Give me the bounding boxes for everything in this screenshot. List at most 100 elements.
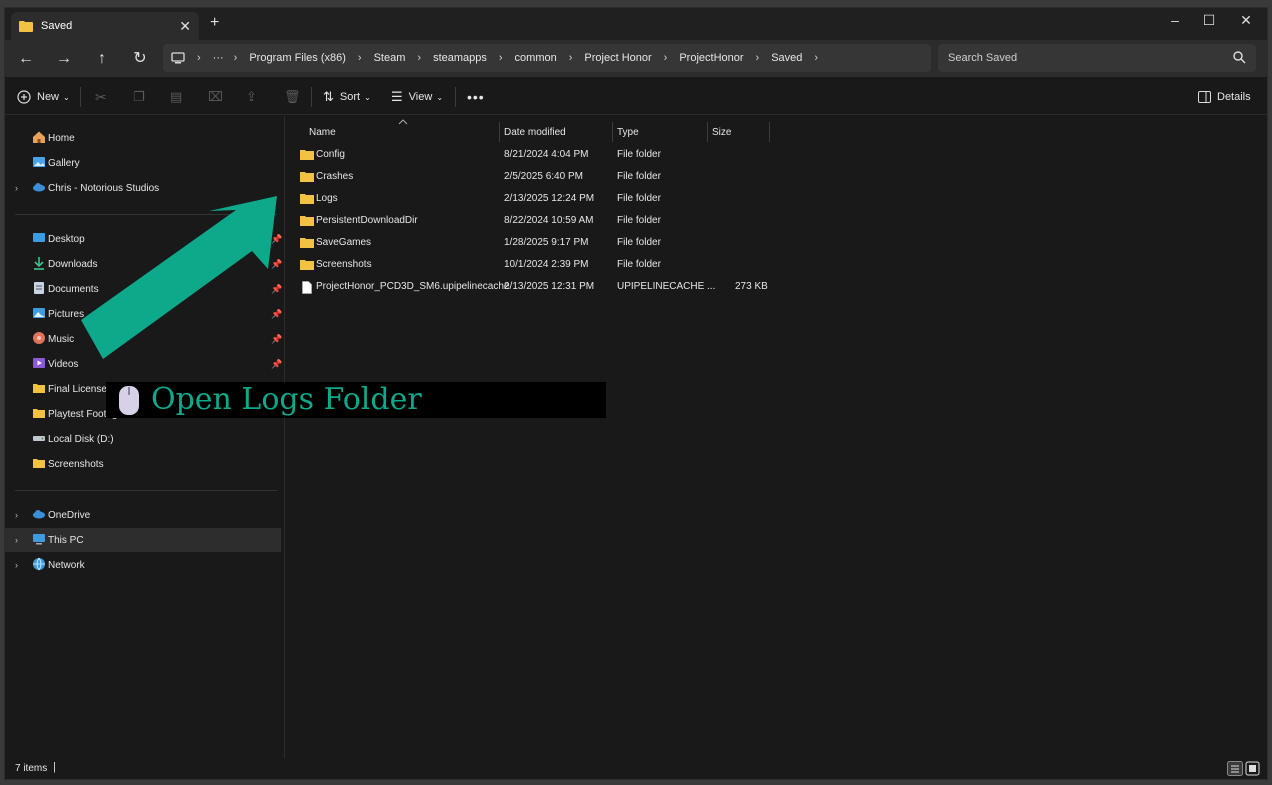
sidebar-item-this-pc[interactable]: › This PC bbox=[5, 528, 281, 552]
network-icon bbox=[33, 557, 45, 571]
chevron-down-icon: ⌄ bbox=[63, 92, 70, 102]
up-icon[interactable]: ↑ bbox=[91, 48, 113, 70]
large-icons-view-icon[interactable] bbox=[1245, 761, 1260, 776]
copy-icon[interactable]: ❐ bbox=[133, 87, 145, 107]
breadcrumb-project-honor[interactable]: Project Honor bbox=[584, 52, 651, 64]
file-date: 2/5/2025 6:40 PM bbox=[504, 171, 583, 182]
chevron-right-icon[interactable]: › bbox=[814, 52, 818, 64]
details-view-icon[interactable] bbox=[1227, 761, 1243, 776]
chevron-right-icon: › bbox=[663, 52, 668, 64]
file-name: Crashes bbox=[316, 171, 354, 182]
chevron-right-icon[interactable]: › bbox=[15, 535, 18, 545]
column-header-name[interactable]: Name bbox=[304, 120, 498, 144]
sidebar-item-label: Documents bbox=[48, 283, 99, 295]
sidebar-item-screenshots[interactable]: Screenshots bbox=[5, 452, 281, 476]
search-input[interactable] bbox=[948, 50, 1218, 66]
paste-icon[interactable]: ▤ bbox=[170, 87, 182, 107]
music-icon bbox=[33, 332, 45, 344]
file-explorer-window: Saved ✕ + – ☐ ✕ ← → ↑ ↻ › ··· › Program … bbox=[4, 7, 1268, 780]
folder-icon bbox=[300, 194, 314, 204]
chevron-right-icon[interactable]: › bbox=[15, 560, 18, 570]
sidebar-item-music[interactable]: Music 📌 bbox=[5, 327, 282, 351]
file-row-savegames[interactable]: SaveGames 1/28/2025 9:17 PM File folder bbox=[286, 233, 786, 255]
more-options-icon[interactable]: ••• bbox=[467, 87, 485, 107]
sidebar-item-chris-notorious-studios[interactable]: › Chris - Notorious Studios bbox=[5, 176, 281, 200]
sidebar-item-videos[interactable]: Videos 📌 bbox=[5, 352, 282, 376]
pin-icon[interactable]: 📌 bbox=[271, 334, 282, 345]
share-icon[interactable]: ⇪ bbox=[246, 87, 257, 107]
pin-icon[interactable]: 📌 bbox=[271, 284, 282, 295]
tutorial-caption-text: Open Logs Folder bbox=[151, 382, 422, 417]
divider bbox=[311, 87, 312, 107]
details-button[interactable]: Details bbox=[1198, 87, 1251, 107]
chevron-down-icon: ⌄ bbox=[436, 92, 444, 102]
file-row-crashes[interactable]: Crashes 2/5/2025 6:40 PM File folder bbox=[286, 167, 786, 189]
more-crumbs-icon[interactable]: ··· bbox=[213, 52, 224, 64]
sidebar-divider bbox=[15, 490, 277, 491]
download-icon bbox=[34, 257, 44, 270]
pin-icon[interactable]: 📌 bbox=[271, 259, 282, 270]
pin-icon[interactable]: 📌 bbox=[271, 234, 282, 245]
sidebar-item-documents[interactable]: Documents 📌 bbox=[5, 277, 282, 301]
status-divider: | bbox=[53, 761, 56, 773]
close-window-icon[interactable]: ✕ bbox=[1236, 12, 1256, 29]
view-button[interactable]: ☰ View ⌄ bbox=[391, 87, 443, 107]
sidebar-item-pictures[interactable]: Pictures 📌 bbox=[5, 302, 282, 326]
sidebar-item-onedrive[interactable]: › OneDrive bbox=[5, 503, 281, 527]
view-icon: ☰ bbox=[391, 89, 403, 104]
chevron-down-icon: ⌄ bbox=[364, 92, 371, 102]
new-tab-icon[interactable]: + bbox=[210, 14, 219, 32]
chevron-right-icon[interactable]: › bbox=[15, 183, 18, 193]
rename-icon[interactable]: ⌧ bbox=[208, 87, 223, 107]
address-bar[interactable]: › ··· › Program Files (x86) › Steam › st… bbox=[163, 44, 931, 72]
navigation-bar: ← → ↑ ↻ › ··· › Program Files (x86) › St… bbox=[5, 40, 1267, 77]
column-header-date-modified[interactable]: Date modified bbox=[499, 120, 611, 144]
back-icon[interactable]: ← bbox=[15, 48, 37, 70]
chevron-right-icon: › bbox=[498, 52, 503, 64]
sidebar-item-label: Screenshots bbox=[48, 458, 104, 470]
search-icon[interactable] bbox=[1232, 50, 1246, 64]
sidebar-item-gallery[interactable]: Gallery bbox=[5, 151, 281, 175]
breadcrumb-steam[interactable]: Steam bbox=[374, 52, 406, 64]
chevron-right-icon: › bbox=[197, 52, 201, 64]
column-divider[interactable] bbox=[769, 122, 770, 142]
tutorial-caption-box: Open Logs Folder bbox=[106, 382, 606, 418]
maximize-icon[interactable]: ☐ bbox=[1199, 12, 1219, 29]
sidebar-item-network[interactable]: › Network bbox=[5, 553, 281, 577]
sort-button[interactable]: ⇅ Sort ⌄ bbox=[323, 87, 371, 107]
sidebar-item-desktop[interactable]: Desktop 📌 bbox=[5, 227, 282, 251]
close-tab-icon[interactable]: ✕ bbox=[179, 18, 191, 35]
column-header-type[interactable]: Type bbox=[612, 120, 707, 144]
chevron-right-icon[interactable]: › bbox=[15, 510, 18, 520]
view-label: View bbox=[408, 91, 433, 103]
breadcrumb-saved[interactable]: Saved bbox=[771, 52, 802, 64]
file-row-config[interactable]: Config 8/21/2024 4:04 PM File folder bbox=[286, 145, 786, 167]
breadcrumb-steamapps[interactable]: steamapps bbox=[433, 52, 487, 64]
tab-saved[interactable]: Saved ✕ bbox=[11, 12, 199, 40]
breadcrumb-projecthonor[interactable]: ProjectHonor bbox=[679, 52, 743, 64]
search-box[interactable] bbox=[938, 44, 1256, 72]
minimize-icon[interactable]: – bbox=[1165, 12, 1185, 28]
sidebar-item-home[interactable]: Home bbox=[5, 126, 281, 150]
new-button[interactable]: New ⌄ bbox=[17, 87, 70, 107]
file-date: 2/13/2025 12:24 PM bbox=[504, 193, 595, 204]
cloud-icon bbox=[33, 510, 45, 519]
sidebar-item-local-disk-d[interactable]: Local Disk (D:) bbox=[5, 427, 281, 451]
pin-icon[interactable]: 📌 bbox=[271, 359, 282, 370]
file-row-screenshots[interactable]: Screenshots 10/1/2024 2:39 PM File folde… bbox=[286, 255, 786, 277]
delete-icon[interactable]: 🗑 bbox=[284, 87, 301, 107]
breadcrumb-program-files[interactable]: Program Files (x86) bbox=[249, 52, 346, 64]
file-row-upipelinecache[interactable]: ProjectHonor_PCD3D_SM6.upipelinecache 2/… bbox=[286, 277, 786, 299]
file-row-persistentdownloaddir[interactable]: PersistentDownloadDir 8/22/2024 10:59 AM… bbox=[286, 211, 786, 233]
details-label: Details bbox=[1217, 91, 1251, 103]
refresh-icon[interactable]: ↻ bbox=[129, 48, 151, 70]
folder-icon bbox=[300, 238, 314, 248]
sidebar-item-downloads[interactable]: Downloads 📌 bbox=[5, 252, 282, 276]
file-name: SaveGames bbox=[316, 237, 372, 248]
forward-icon[interactable]: → bbox=[53, 48, 75, 70]
pin-icon[interactable]: 📌 bbox=[271, 309, 282, 320]
column-header-size[interactable]: Size bbox=[707, 120, 769, 144]
breadcrumb-common[interactable]: common bbox=[515, 52, 557, 64]
file-row-logs[interactable]: Logs 2/13/2025 12:24 PM File folder bbox=[286, 189, 786, 211]
cut-icon[interactable]: ✂ bbox=[95, 87, 107, 107]
